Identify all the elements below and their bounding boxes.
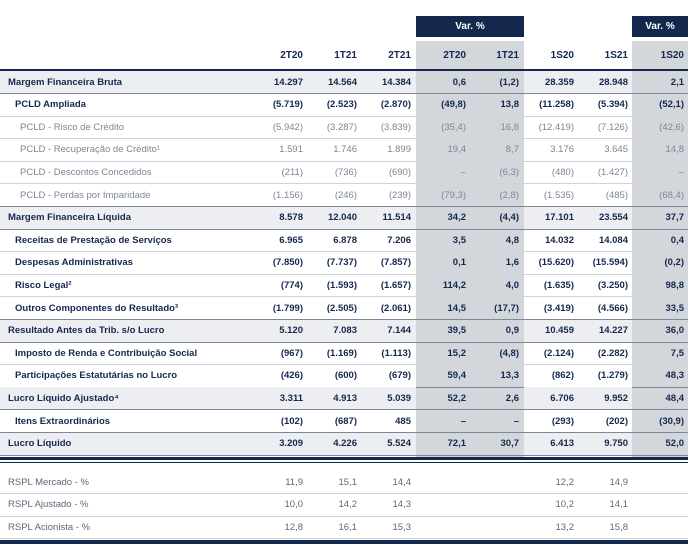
table-row: Imposto de Renda e Contribuição Social (9… <box>0 342 688 366</box>
table-row: PCLD - Recuperação de Crédito¹ 1.591 1.746… <box>0 139 688 162</box>
table-row: Receitas de Prestação de Serviços 6.965 6.… <box>0 229 688 253</box>
table-row: Resultado Antes da Trib. s/o Lucro 5.120 7… <box>0 320 688 343</box>
row-label: PCLD - Recuperação de Crédito¹ <box>20 144 160 156</box>
table-row: Lucro Líquido 3.209 4.226 5.524 72,1 30,7 6.41… <box>0 433 688 456</box>
row-label: Lucro Líquido <box>8 438 72 450</box>
col-1s21-header: 1S21 <box>604 49 628 61</box>
col-1s21-value: 15,8 <box>609 521 629 533</box>
row-label: PCLD - Descontos Concedidos <box>20 166 152 178</box>
col-2t21-value: 15,3 <box>392 521 412 533</box>
section-divider <box>0 462 688 463</box>
table-row: PCLD - Risco de Crédito (5.942) (3.287) (3.… <box>0 116 688 140</box>
rspl-label: RSPL Acionista - % <box>8 521 91 533</box>
table-row: Despesas Administrativas (7.850) (7.737) (7… <box>0 252 688 275</box>
col-var-1s20-value: 98,8 <box>665 279 685 291</box>
row-label: PCLD - Risco de Crédito <box>20 121 125 133</box>
rspl-row: RSPL Acionista - % 12,8 16,1 15,3 13,2 15,8 <box>0 516 688 539</box>
col-var-1s20-value: 48,4 <box>665 392 685 404</box>
col-1s21-value: 14,1 <box>609 499 629 510</box>
col-var-1s20-value: 7,5 <box>670 347 684 359</box>
bottom-rule <box>0 540 688 544</box>
col-var-1s20-value: (0,2) <box>664 257 684 269</box>
col-var-1s20-value: (68,4) <box>659 189 684 201</box>
table-row: PCLD - Perdas por Imparidade (1.156) (246)… <box>0 184 688 207</box>
rspl-label: RSPL Ajustado - % <box>8 499 89 510</box>
table-row: PCLD Ampliada (5.719) (2.523) (2.870) (49,8)… <box>0 94 688 117</box>
col-1s21-value: 14,9 <box>609 476 629 488</box>
table-row: Outros Componentes do Resultado³ (1.799)(… <box>0 297 688 320</box>
row-label: Margem Financeira Bruta <box>8 76 123 88</box>
row-label: Imposto de Renda e Contribuição Social <box>15 347 198 359</box>
section-divider <box>0 457 688 460</box>
row-label: Resultado Antes da Trib. s/o Lucro <box>8 325 165 337</box>
col-2t21-value: 14,4 <box>392 476 412 488</box>
col-var-1s20-value: 36,0 <box>665 325 685 337</box>
row-label: Despesas Administrativas <box>15 257 133 269</box>
row-label: Itens Extraordinários <box>15 415 111 427</box>
col-1t21-header: 1T21 <box>334 49 357 61</box>
col-var-1s20-value: 37,7 <box>665 212 685 224</box>
rspl-row: RSPL Mercado - % 11,9 15,1 14,4 12,2 14,9 <box>0 471 688 494</box>
col-var-1s20-value: 0,4 <box>670 234 684 246</box>
col-2t21-header: 2T21 <box>388 49 411 61</box>
col-var-2t20-header: 2T20 <box>443 49 466 61</box>
col-var-1s20-value: 2,1 <box>670 76 684 88</box>
var-percent-header-semester: Var. % <box>632 16 688 37</box>
table-row: Lucro Líquido Ajustado⁴ 3.311 4.913 5.039 52… <box>0 387 688 411</box>
row-label: Participações Estatutárias no Lucro <box>15 370 178 382</box>
row-label: Lucro Líquido Ajustado⁴ <box>8 392 119 404</box>
col-var-1s20-value: 48,3 <box>665 370 685 382</box>
row-label: Margem Financeira Líquida <box>8 212 131 224</box>
table-row: PCLD - Descontos Concedidos (211) (736) (69… <box>0 161 688 185</box>
row-label: Outros Componentes do Resultado³ <box>15 302 179 314</box>
row-label: PCLD Ampliada <box>15 99 86 111</box>
table-row: Participações Estatutárias no Lucro (426)… <box>0 365 688 388</box>
row-label: Risco Legal² <box>15 279 72 291</box>
col-var-1s20-value: (42,6) <box>659 121 684 133</box>
col-var-1s20-value: 14,8 <box>665 144 685 156</box>
col-var-1t21-header: 1T21 <box>496 49 519 61</box>
income-statement-table: Var. % Var. % 2T20 1T21 2T21 2T20 1T21 1S20 1S… <box>0 0 690 547</box>
rspl-label: RSPL Mercado - % <box>8 476 89 488</box>
col-1s20-header: 1S20 <box>550 49 574 61</box>
col-var-1s20-value: (30,9) <box>659 415 684 427</box>
col-var-1s20-value: (52,1) <box>659 99 684 111</box>
table-row: Margem Financeira Bruta 14.297 14.564 14.38… <box>0 71 688 94</box>
col-var-1s20-header: 1S20 <box>660 49 684 61</box>
table-row: Itens Extraordinários (102) (687) 485– – (293… <box>0 410 688 433</box>
col-var-1s20-value: 33,5 <box>665 302 685 314</box>
rspl-row: RSPL Ajustado - % 10,0 14,2 14,3 10,2 14,1 <box>0 494 688 517</box>
table-row: Margem Financeira Líquida 8.578 12.040 11.5… <box>0 207 688 230</box>
row-label: PCLD - Perdas por Imparidade <box>20 189 151 201</box>
col-var-1s20-value: 52,0 <box>665 438 685 450</box>
col-2t21-value: 14,3 <box>392 499 412 510</box>
var-percent-header-quarter: Var. % <box>416 16 524 37</box>
table-row: Risco Legal² (774) (1.593) (1.657) 114,2 4,0(… <box>0 274 688 298</box>
col-var-1s20-value: – <box>678 166 684 178</box>
col-2t20-header: 2T20 <box>280 49 303 61</box>
row-label: Receitas de Prestação de Serviços <box>15 234 172 246</box>
